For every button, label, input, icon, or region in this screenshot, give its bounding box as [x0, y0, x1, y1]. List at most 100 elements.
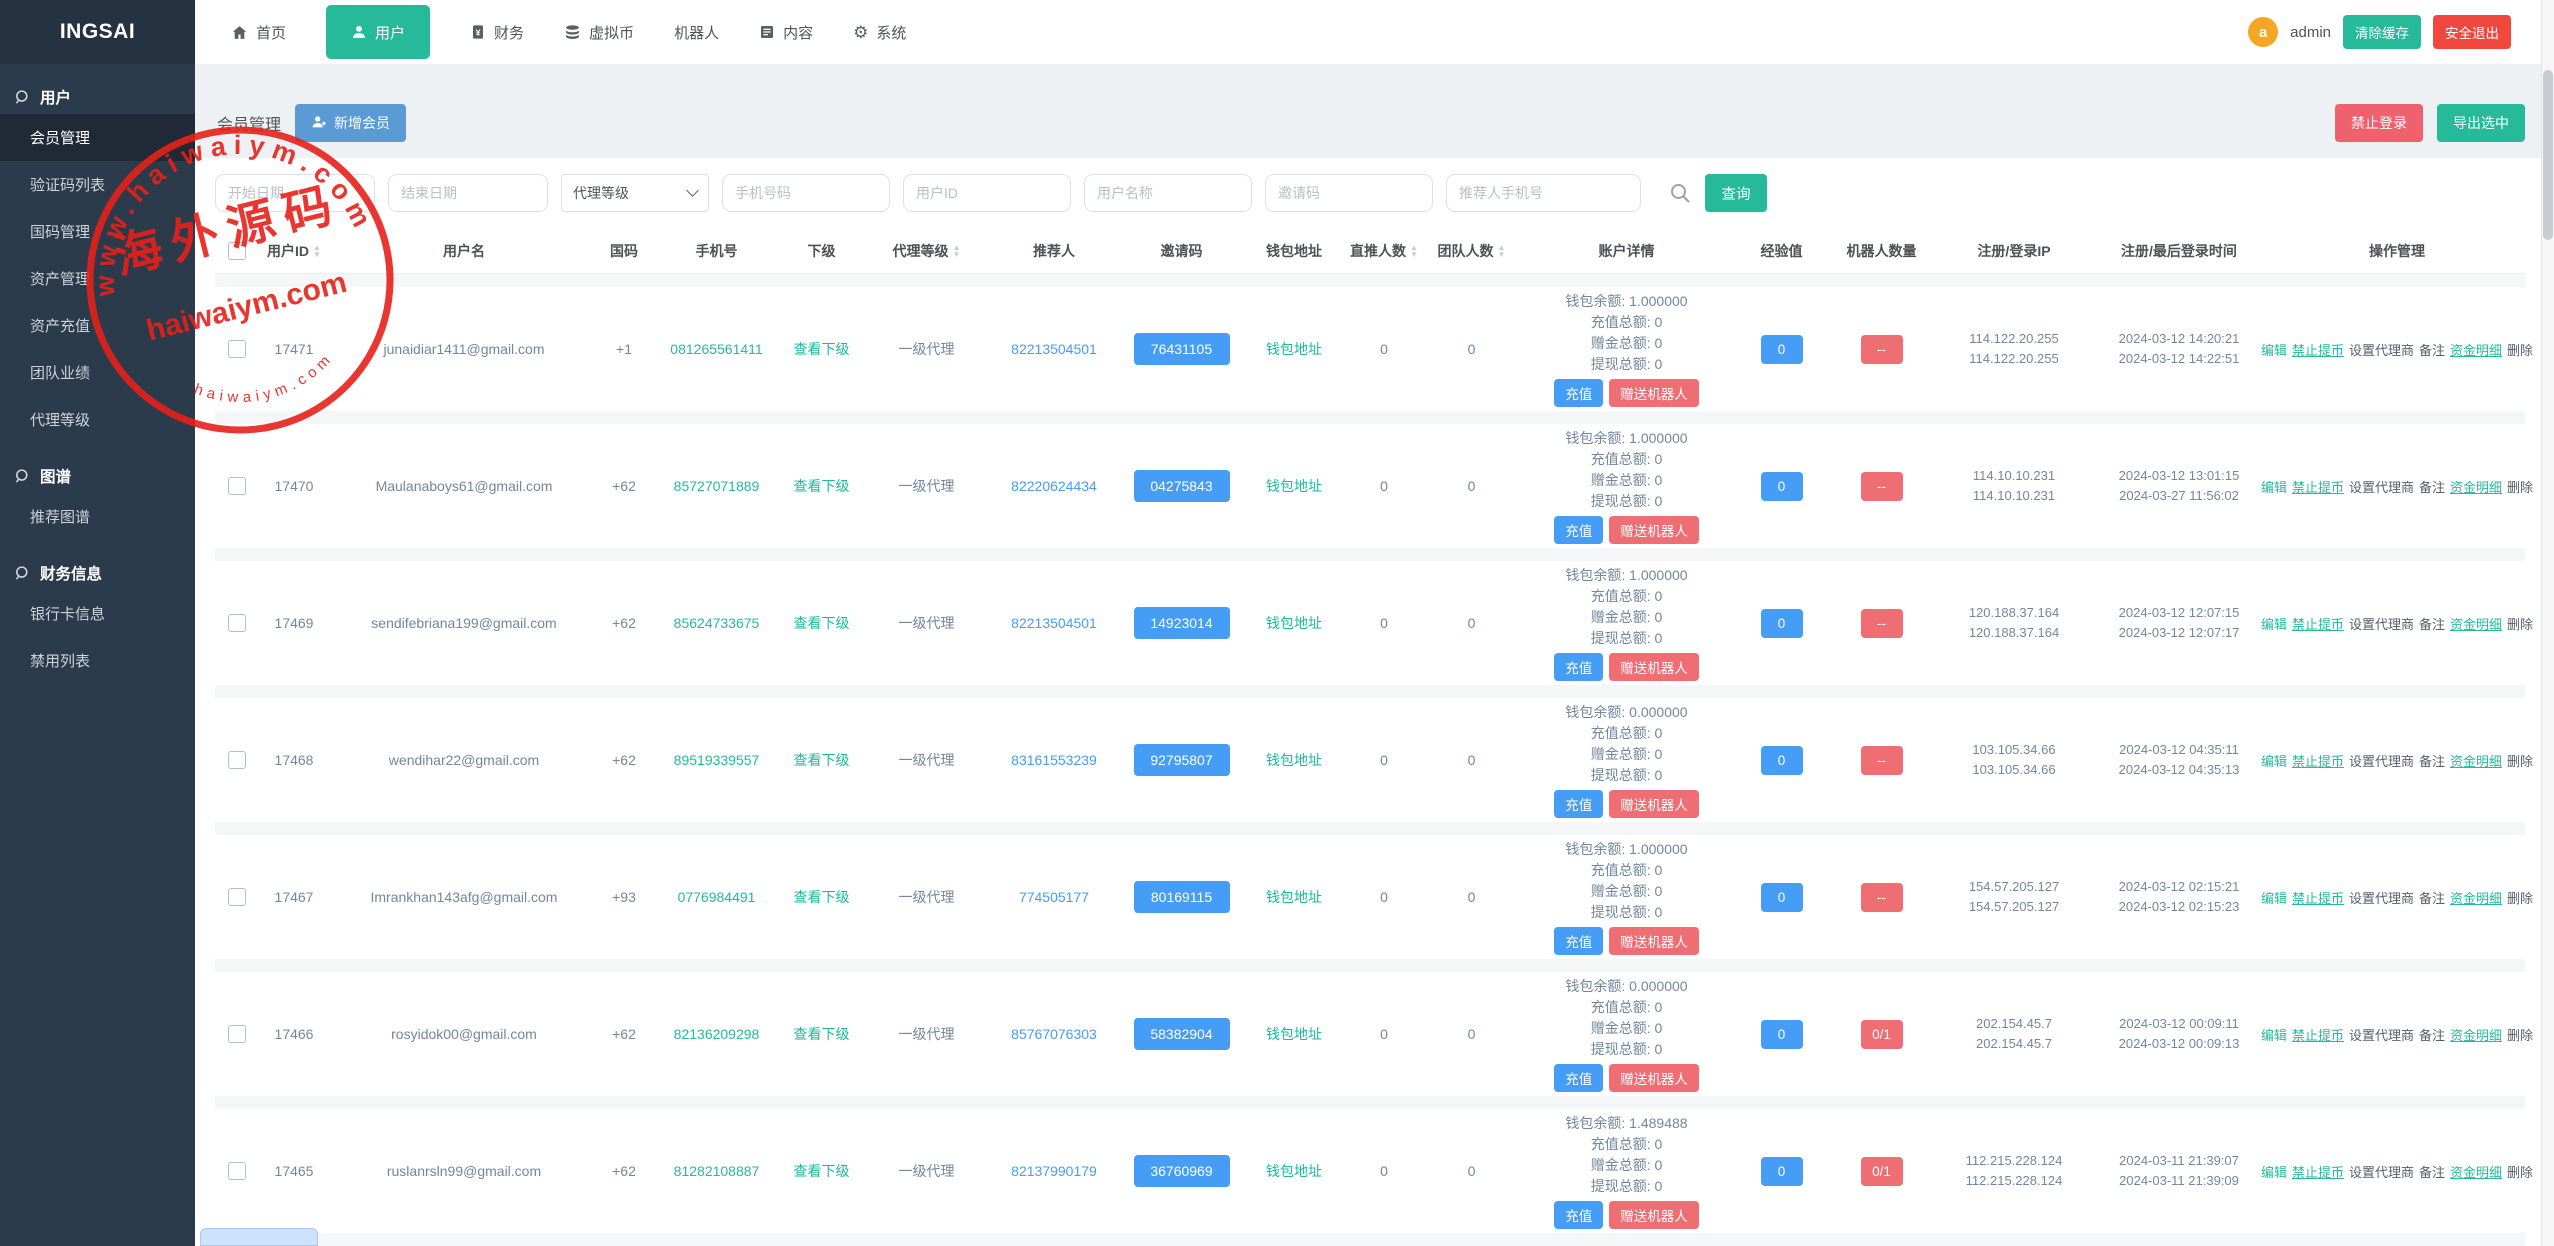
robot-count-badge[interactable]: --: [1861, 609, 1903, 638]
invite-code-badge[interactable]: 36760969: [1134, 1155, 1230, 1187]
wallet-address-link[interactable]: 钱包地址: [1266, 339, 1322, 359]
referrer-link[interactable]: 82213504501: [1011, 341, 1097, 357]
robot-count-badge[interactable]: 0/1: [1861, 1157, 1903, 1186]
action-set-agent[interactable]: 设置代理商: [2349, 340, 2414, 359]
row-checkbox[interactable]: [228, 1025, 246, 1043]
row-checkbox[interactable]: [228, 340, 246, 358]
action-forbid-withdraw[interactable]: 禁止提币: [2292, 888, 2344, 907]
nav-item-1[interactable]: 用户: [326, 5, 430, 59]
nav-item-3[interactable]: 虚拟币: [564, 0, 634, 64]
action-fund-details[interactable]: 资金明细: [2450, 477, 2502, 496]
action-forbid-withdraw[interactable]: 禁止提币: [2292, 751, 2344, 770]
wallet-address-link[interactable]: 钱包地址: [1266, 613, 1322, 633]
logout-button[interactable]: 安全退出: [2433, 15, 2511, 49]
row-checkbox[interactable]: [228, 751, 246, 769]
nav-item-5[interactable]: 内容: [759, 0, 813, 64]
action-set-agent[interactable]: 设置代理商: [2349, 477, 2414, 496]
sidebar-item-0-5[interactable]: 团队业绩: [0, 349, 195, 396]
action-delete[interactable]: 删除: [2507, 614, 2533, 633]
action-edit[interactable]: 编辑: [2261, 751, 2287, 770]
action-remark[interactable]: 备注: [2419, 1162, 2445, 1181]
add-member-button[interactable]: 新增会员: [295, 104, 406, 142]
recharge-button[interactable]: 充值: [1554, 653, 1603, 681]
phone-input[interactable]: [722, 174, 890, 212]
action-remark[interactable]: 备注: [2419, 751, 2445, 770]
recharge-button[interactable]: 充值: [1554, 516, 1603, 544]
start-date-input[interactable]: [215, 174, 375, 212]
invite-code-input[interactable]: [1265, 174, 1433, 212]
user-id-input[interactable]: [903, 174, 1071, 212]
wallet-address-link[interactable]: 钱包地址: [1266, 1024, 1322, 1044]
column-header-10[interactable]: 团队人数▲▼: [1429, 241, 1514, 261]
sort-icon[interactable]: ▲▼: [1498, 244, 1506, 258]
end-date-input[interactable]: [388, 174, 548, 212]
view-subordinates-link[interactable]: 查看下级: [794, 476, 850, 496]
action-remark[interactable]: 备注: [2419, 888, 2445, 907]
wallet-address-link[interactable]: 钱包地址: [1266, 1161, 1322, 1181]
view-subordinates-link[interactable]: 查看下级: [794, 1024, 850, 1044]
robot-count-badge[interactable]: --: [1861, 746, 1903, 775]
user-name-input[interactable]: [1084, 174, 1252, 212]
search-icon[interactable]: [1668, 181, 1692, 205]
action-edit[interactable]: 编辑: [2261, 477, 2287, 496]
gift-robot-button[interactable]: 赠送机器人: [1609, 927, 1699, 955]
invite-code-badge[interactable]: 58382904: [1134, 1018, 1230, 1050]
referrer-link[interactable]: 83161553239: [1011, 752, 1097, 768]
clear-cache-button[interactable]: 清除缓存: [2343, 15, 2421, 49]
action-remark[interactable]: 备注: [2419, 614, 2445, 633]
wallet-address-link[interactable]: 钱包地址: [1266, 476, 1322, 496]
action-set-agent[interactable]: 设置代理商: [2349, 888, 2414, 907]
column-header-5[interactable]: 代理等级▲▼: [859, 241, 994, 261]
view-subordinates-link[interactable]: 查看下级: [794, 887, 850, 907]
gift-robot-button[interactable]: 赠送机器人: [1609, 516, 1699, 544]
robot-count-badge[interactable]: --: [1861, 883, 1903, 912]
nav-item-2[interactable]: ¥财务: [470, 0, 524, 64]
recharge-button[interactable]: 充值: [1554, 927, 1603, 955]
column-header-0[interactable]: 用户ID▲▼: [259, 241, 329, 261]
view-subordinates-link[interactable]: 查看下级: [794, 1161, 850, 1181]
action-delete[interactable]: 删除: [2507, 1162, 2533, 1181]
action-edit[interactable]: 编辑: [2261, 1162, 2287, 1181]
referrer-link[interactable]: 82220624434: [1011, 478, 1097, 494]
sort-icon[interactable]: ▲▼: [1410, 244, 1418, 258]
recharge-button[interactable]: 充值: [1554, 790, 1603, 818]
robot-count-badge[interactable]: --: [1861, 335, 1903, 364]
select-all-checkbox[interactable]: [228, 242, 246, 260]
action-delete[interactable]: 删除: [2507, 340, 2533, 359]
robot-count-badge[interactable]: 0/1: [1861, 1020, 1903, 1049]
referrer-link[interactable]: 82137990179: [1011, 1163, 1097, 1179]
sidebar-item-0-3[interactable]: 资产管理: [0, 255, 195, 302]
action-delete[interactable]: 删除: [2507, 751, 2533, 770]
export-selected-button[interactable]: 导出选中: [2437, 104, 2525, 142]
invite-code-badge[interactable]: 92795807: [1134, 744, 1230, 776]
gift-robot-button[interactable]: 赠送机器人: [1609, 1064, 1699, 1092]
sidebar-item-0-4[interactable]: 资产充值: [0, 302, 195, 349]
action-edit[interactable]: 编辑: [2261, 1025, 2287, 1044]
gift-robot-button[interactable]: 赠送机器人: [1609, 379, 1699, 407]
sidebar-item-2-0[interactable]: 银行卡信息: [0, 590, 195, 637]
sidebar-item-2-1[interactable]: 禁用列表: [0, 637, 195, 684]
row-checkbox[interactable]: [228, 614, 246, 632]
recharge-button[interactable]: 充值: [1554, 1201, 1603, 1229]
agent-level-select[interactable]: 代理等级: [561, 174, 709, 212]
sidebar-item-0-6[interactable]: 代理等级: [0, 396, 195, 443]
wallet-address-link[interactable]: 钱包地址: [1266, 750, 1322, 770]
row-checkbox[interactable]: [228, 1162, 246, 1180]
view-subordinates-link[interactable]: 查看下级: [794, 613, 850, 633]
action-remark[interactable]: 备注: [2419, 477, 2445, 496]
action-edit[interactable]: 编辑: [2261, 888, 2287, 907]
action-fund-details[interactable]: 资金明细: [2450, 751, 2502, 770]
action-forbid-withdraw[interactable]: 禁止提币: [2292, 340, 2344, 359]
sidebar-item-1-0[interactable]: 推荐图谱: [0, 493, 195, 540]
view-subordinates-link[interactable]: 查看下级: [794, 750, 850, 770]
action-forbid-withdraw[interactable]: 禁止提币: [2292, 477, 2344, 496]
gift-robot-button[interactable]: 赠送机器人: [1609, 790, 1699, 818]
recharge-button[interactable]: 充值: [1554, 379, 1603, 407]
gift-robot-button[interactable]: 赠送机器人: [1609, 653, 1699, 681]
forbid-login-button[interactable]: 禁止登录: [2335, 104, 2423, 142]
scrollbar-thumb[interactable]: [2543, 70, 2553, 240]
search-button[interactable]: 查询: [1705, 174, 1767, 212]
sidebar-item-0-2[interactable]: 国码管理: [0, 208, 195, 255]
action-forbid-withdraw[interactable]: 禁止提币: [2292, 1025, 2344, 1044]
action-fund-details[interactable]: 资金明细: [2450, 340, 2502, 359]
